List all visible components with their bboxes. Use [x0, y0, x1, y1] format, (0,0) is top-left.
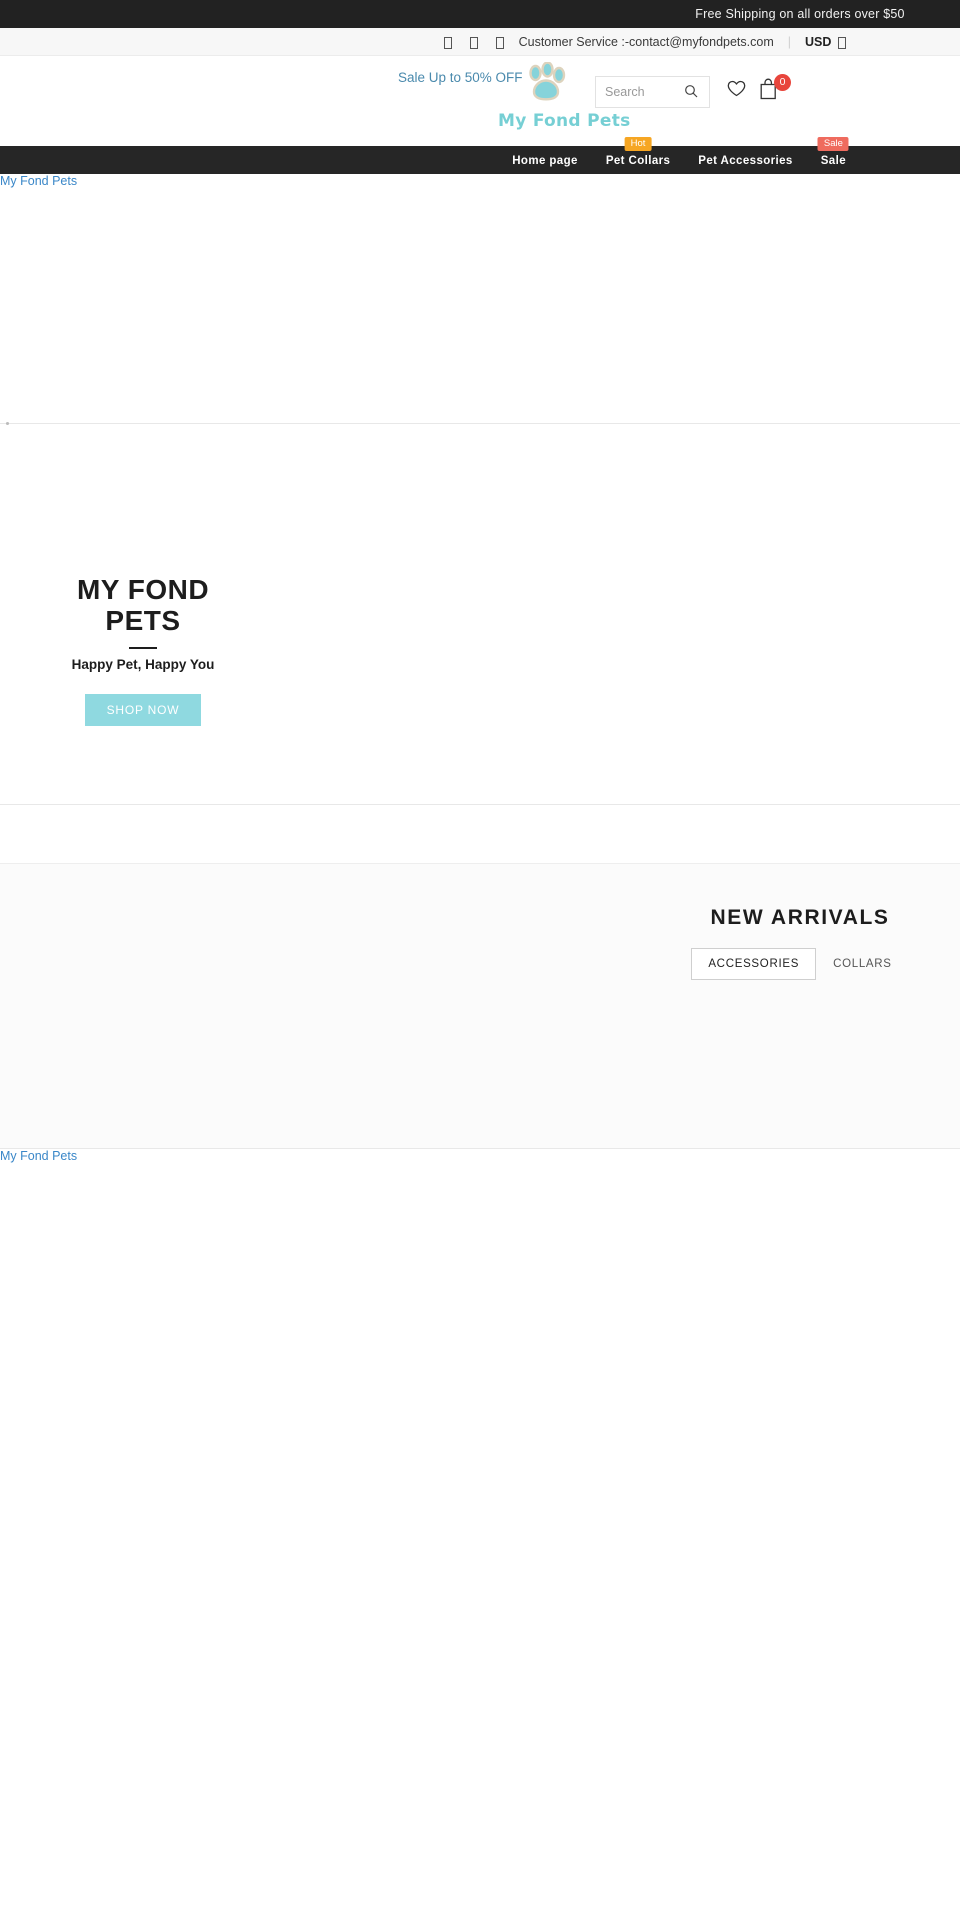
cart-button[interactable]: 0 [760, 74, 794, 106]
hero-bottom-divider [0, 804, 960, 805]
announcement-bar: Free Shipping on all orders over $50 [0, 0, 960, 28]
paw-print-icon [498, 61, 594, 109]
new-arrivals-section: NEW ARRIVALS ACCESSORIES COLLARS [0, 864, 960, 1148]
hero-slider: My Fond Pets MY FOND PETS Happy Pet, Hap… [0, 174, 960, 864]
site-header-inner: Sale Up to 50% OFF My Fond Pets Search 0 [0, 56, 960, 146]
search-input[interactable] [596, 77, 680, 107]
main-navigation: Home page Hot Pet Collars Pet Accessorie… [0, 137, 960, 174]
nav-badge-hot: Hot [624, 137, 652, 152]
announcement-text: Free Shipping on all orders over $50 [695, 7, 905, 21]
nav-link-pet-accessories[interactable]: Pet Accessories [698, 155, 792, 167]
page-wrapper: Free Shipping on all orders over $50 Cus… [0, 0, 960, 1908]
wishlist-button[interactable] [724, 79, 748, 103]
nav-link-home-page[interactable]: Home page [512, 155, 578, 167]
shop-now-button[interactable]: SHOP NOW [84, 693, 202, 726]
lower-image-broken[interactable]: My Fond Pets [0, 1149, 78, 1164]
nav-link-sale[interactable]: Sale [821, 155, 846, 167]
utility-topbar-inner: Customer Service :-contact@myfondpets.co… [443, 34, 847, 49]
facebook-icon[interactable] [443, 36, 452, 49]
hero-divider [129, 646, 157, 649]
nav-item-pet-accessories[interactable]: Pet Accessories [684, 151, 806, 169]
new-arrivals-products [0, 980, 960, 1148]
hero-slider-dot[interactable] [6, 422, 9, 425]
search-submit-button[interactable] [680, 77, 702, 107]
twitter-icon[interactable] [469, 36, 478, 49]
currency-selector[interactable]: USD [804, 34, 847, 49]
new-arrivals-title: NEW ARRIVALS [710, 906, 890, 929]
utility-topbar: Customer Service :-contact@myfondpets.co… [0, 28, 960, 56]
nav-item-home-page[interactable]: Home page [498, 151, 592, 169]
heart-icon [727, 80, 746, 102]
customer-service-text: Customer Service :-contact@myfondpets.co… [518, 34, 774, 49]
instagram-icon[interactable] [495, 36, 504, 49]
social-links [443, 36, 504, 49]
lower-image-frame [0, 1163, 960, 1909]
search-icon [684, 84, 698, 101]
brand-logo[interactable]: My Fond Pets [498, 61, 631, 131]
new-arrivals-tabs: ACCESSORIES COLLARS [0, 948, 960, 980]
nav-item-pet-collars[interactable]: Hot Pet Collars [592, 137, 684, 169]
nav-list: Home page Hot Pet Collars Pet Accessorie… [0, 137, 960, 174]
hero-subtitle: Happy Pet, Happy You [71, 656, 215, 672]
tab-collars[interactable]: COLLARS [816, 948, 909, 980]
hero-caption: MY FOND PETS Happy Pet, Happy You SHOP N… [43, 574, 243, 726]
nav-item-sale[interactable]: Sale Sale [807, 137, 860, 169]
topbar-separator: | [787, 34, 791, 49]
cart-count-badge: 0 [774, 74, 791, 91]
nav-badge-sale: Sale [817, 137, 849, 152]
tab-accessories[interactable]: ACCESSORIES [691, 948, 817, 980]
hero-title: MY FOND PETS [76, 574, 210, 637]
caret-down-icon [838, 36, 847, 49]
lower-banner-section: My Fond Pets [0, 1148, 960, 1908]
currency-label: USD [804, 34, 832, 49]
search-bar [595, 76, 710, 108]
hero-image-frame [0, 174, 960, 424]
site-header: Sale Up to 50% OFF My Fond Pets Search 0 [0, 56, 960, 146]
shopping-bag-icon [760, 78, 779, 104]
nav-link-pet-collars[interactable]: Pet Collars [606, 155, 670, 167]
brand-name: My Fond Pets [498, 111, 631, 131]
